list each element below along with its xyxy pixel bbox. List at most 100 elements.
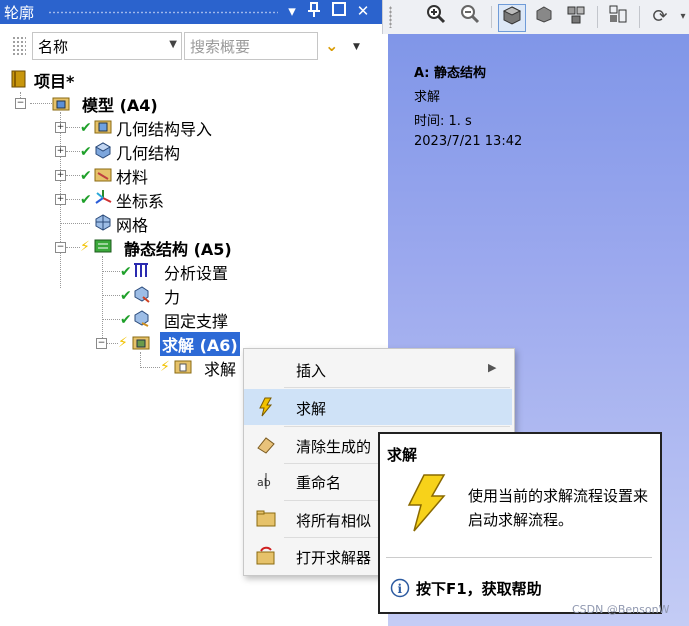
tree-guide [66, 175, 80, 176]
tree-guide [102, 256, 103, 346]
chevron-down-icon: ▼ [169, 39, 177, 50]
tooltip-separator [386, 557, 652, 558]
tree-guide [102, 295, 120, 296]
graphics-toolbar: ⟳ ▾ [382, 0, 689, 34]
tree-guide [66, 151, 80, 152]
tree-guide [66, 199, 80, 200]
filter-field-value: 名称 [38, 38, 69, 56]
tree-node-label: 坐标系 [116, 192, 165, 211]
check-icon: ✔ [120, 264, 132, 280]
chevron-down-icon[interactable]: ▾ [670, 4, 689, 30]
geometry-import-icon [94, 120, 112, 134]
zoom-in-icon[interactable] [423, 4, 449, 30]
tree-node-label: 分析设置 [164, 264, 229, 283]
menu-item-label: 求解 [296, 400, 327, 418]
tree-node-label: 项目* [34, 72, 75, 91]
dropdown-arrow-icon[interactable]: ▼ [353, 42, 360, 52]
tree-node-label: 材料 [116, 168, 149, 187]
book-icon [11, 70, 26, 88]
tooltip-help: 按下F1，获取帮助 [416, 580, 542, 598]
toolbar-separator [491, 6, 492, 28]
close-icon[interactable]: ✕ [354, 2, 372, 20]
tree-guide [106, 343, 118, 344]
svg-text:ab: ab [257, 476, 271, 489]
analysis-settings-icon [134, 263, 148, 277]
tree-guide [66, 247, 80, 248]
search-placeholder: 搜索概要 [190, 38, 251, 56]
lightning-icon: ⚡ [118, 335, 128, 351]
lightning-icon: ⚡ [160, 359, 170, 375]
tree-guide [102, 271, 120, 272]
force-icon [134, 286, 150, 303]
filter-field-select[interactable]: 名称 ▼ [32, 32, 182, 60]
expand-icon[interactable]: + [55, 146, 66, 157]
viewport-subtitle: 求解 [414, 90, 441, 105]
tree-node-label: 力 [164, 288, 181, 307]
menu-item-label: 打开求解器 [296, 549, 372, 567]
tree-node-label: 几何结构导入 [116, 120, 213, 139]
filter-row: 名称 ▼ 搜索概要 ⌄ ▼ [0, 28, 382, 62]
layout-icon[interactable] [605, 4, 631, 30]
viewport-title: A: 静态结构 [414, 66, 487, 81]
explode-icon[interactable] [563, 4, 589, 30]
expand-icon[interactable]: + [55, 170, 66, 181]
tree-guide [140, 367, 160, 368]
menu-item-label: 将所有相似 [296, 512, 372, 530]
filter-grip[interactable] [12, 36, 26, 56]
geometry-icon [94, 142, 112, 159]
tree-node-label: 几何结构 [116, 144, 181, 163]
select-body-icon[interactable] [498, 4, 526, 32]
check-icon: ✔ [120, 288, 132, 304]
materials-icon [94, 168, 112, 182]
collapse-icon[interactable]: − [15, 98, 26, 109]
check-icon: ✔ [120, 312, 132, 328]
tree-node-label: 网格 [116, 216, 149, 235]
solution-icon [132, 336, 150, 350]
zoom-out-icon[interactable] [457, 4, 483, 30]
outline-title-bar: 轮廓 ▾ ✕ [0, 0, 382, 24]
check-icon: ✔ [80, 120, 92, 136]
tree-node-label: 求解 (A6) [160, 332, 240, 356]
viewport-timestamp: 2023/7/21 13:42 [414, 134, 523, 149]
lightning-icon [407, 474, 446, 532]
watermark: CSDN @BensonW [572, 603, 670, 616]
menu-item-label: 重命名 [296, 474, 342, 492]
tooltip-title: 求解 [387, 446, 418, 464]
svg-text:i: i [398, 582, 403, 596]
tree-guide [60, 223, 90, 224]
menu-separator [284, 387, 510, 388]
static-structural-icon [94, 239, 112, 253]
expand-icon[interactable]: + [55, 194, 66, 205]
mesh-icon [95, 214, 111, 231]
menu-item-insert[interactable]: 插入 ▶ [244, 351, 512, 387]
filter-chevron-icon[interactable]: ⌄ [325, 36, 338, 55]
collapse-icon[interactable]: − [55, 242, 66, 253]
tree-node-label: 静态结构 (A5) [124, 240, 232, 259]
menu-item-label: 清除生成的 [296, 438, 372, 456]
menu-item-label: 插入 [296, 362, 327, 380]
tree-guide [30, 103, 52, 104]
maximize-icon[interactable] [330, 2, 348, 20]
submenu-arrow-icon: ▶ [488, 361, 497, 374]
fixed-support-icon [134, 310, 149, 327]
outline-title: 轮廓 [4, 4, 35, 22]
toolbar-separator [639, 6, 640, 28]
tree-node-label: 模型 (A4) [82, 96, 158, 115]
coordinate-system-icon [95, 190, 112, 204]
expand-icon[interactable]: + [55, 122, 66, 133]
toolbar-grip[interactable] [389, 6, 392, 28]
model-icon [52, 97, 70, 111]
search-input[interactable]: 搜索概要 [184, 32, 318, 60]
tree-node-label: 固定支撑 [164, 312, 229, 331]
eraser-icon [257, 437, 275, 454]
dropdown-arrow-icon[interactable]: ▾ [283, 2, 301, 20]
viewport-time: 时间: 1. s [414, 114, 472, 129]
title-bar-grip[interactable] [48, 11, 278, 14]
folder-open-icon [256, 546, 275, 565]
collapse-icon[interactable]: − [96, 338, 107, 349]
menu-item-solve[interactable]: 求解 [244, 389, 512, 425]
pin-icon[interactable] [305, 2, 323, 20]
body-icon[interactable] [531, 4, 557, 30]
lightning-icon [259, 397, 273, 417]
toolbar-separator [597, 6, 598, 28]
